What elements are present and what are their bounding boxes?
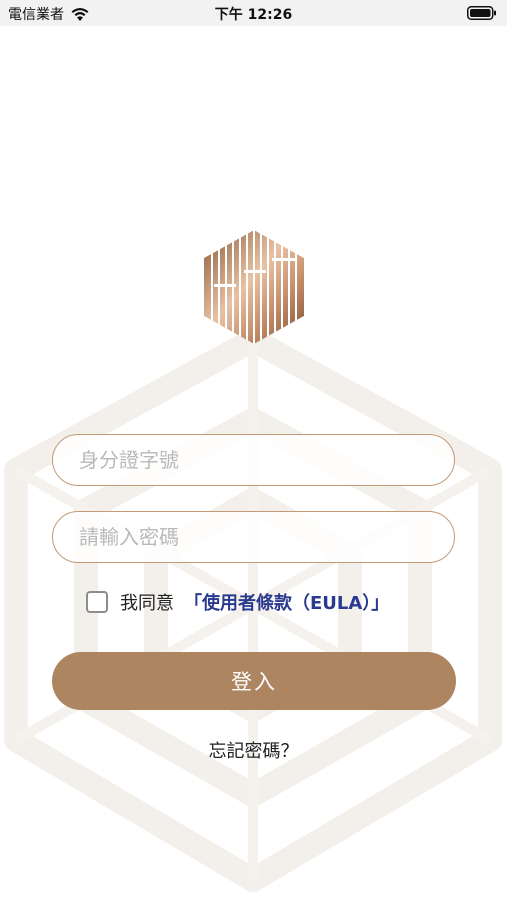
login-button[interactable]: 登入 — [52, 652, 456, 710]
agree-label: 我同意 — [120, 593, 174, 614]
password-input[interactable] — [53, 512, 454, 562]
password-field[interactable] — [52, 511, 455, 563]
id-number-field[interactable] — [52, 434, 455, 486]
agree-checkbox[interactable] — [86, 591, 108, 613]
battery-icon — [467, 6, 496, 20]
hexagon-logo-icon — [204, 230, 304, 344]
eula-link[interactable]: 「使用者條款（EULA）」 — [184, 589, 389, 615]
id-number-input[interactable] — [53, 435, 454, 485]
login-screen: 電信業者 下午 12:26 身分證字號 我同意 「使用者條款（EULA）」 登入… — [0, 0, 507, 900]
agreement-row: 我同意 「使用者條款（EULA）」 — [86, 588, 389, 616]
status-bar: 電信業者 下午 12:26 — [0, 0, 507, 26]
status-time: 下午 12:26 — [214, 7, 293, 23]
status-right — [467, 6, 497, 24]
forgot-password-link[interactable]: 忘記密碼？ — [0, 737, 507, 763]
